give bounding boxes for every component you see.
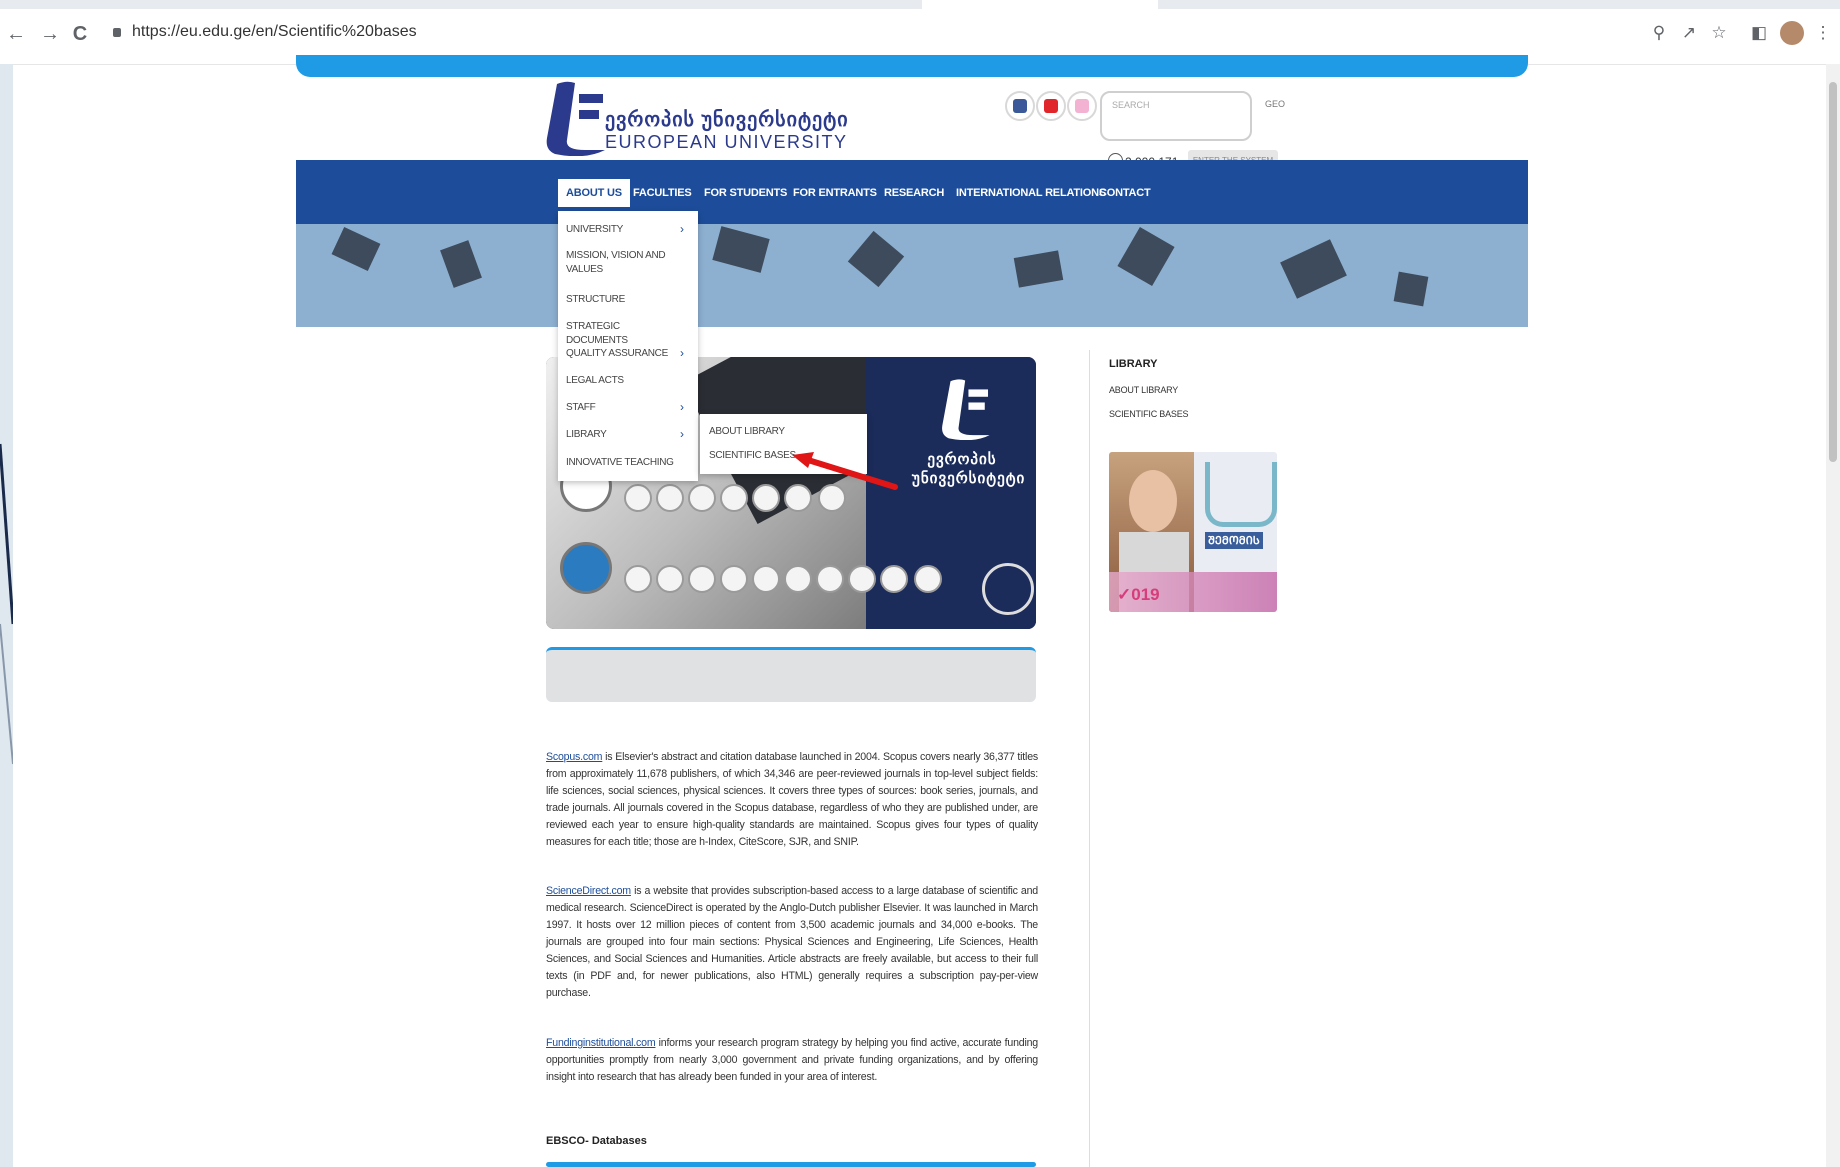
back-icon[interactable]: ←: [4, 22, 28, 46]
dropdown-item-staff[interactable]: STAFF: [566, 401, 670, 415]
funding-paragraph: Fundinginstitutional.com informs your re…: [546, 1035, 1038, 1086]
database-logo-circle: [880, 565, 908, 593]
feature-geo-line-1: ევროპის: [927, 451, 997, 468]
sciencedirect-description: is a website that provides subscription-…: [546, 885, 1038, 999]
facebook-icon[interactable]: [1005, 91, 1035, 121]
database-logo-circle: [560, 542, 612, 594]
header-top-stripe: [296, 55, 1528, 77]
scrollbar-thumb[interactable]: [1829, 82, 1837, 462]
bookmark-star-icon[interactable]: ☆: [1708, 22, 1730, 44]
eu-logo-icon[interactable]: [545, 80, 607, 156]
nav-faculties[interactable]: FACULTIES: [633, 187, 692, 199]
database-logo-circle: [914, 565, 942, 593]
funding-link[interactable]: Fundinginstitutional.com: [546, 1037, 656, 1049]
logo-english-text[interactable]: EUROPEAN UNIVERSITY: [605, 132, 848, 153]
database-logo-circle: [848, 565, 876, 593]
sidebar-promo-banner[interactable]: ᲨᲔᲛᲝᲛᲘᲡ ✓019: [1109, 452, 1277, 612]
database-logo-circle: [720, 565, 748, 593]
dropdown-item-mission[interactable]: MISSION, VISION AND VALUES: [566, 249, 670, 277]
chevron-right-icon[interactable]: ›: [680, 427, 684, 441]
dropdown-item-legal-acts[interactable]: LEGAL ACTS: [566, 374, 670, 388]
search-input[interactable]: SEARCH: [1100, 91, 1252, 141]
chevron-right-icon[interactable]: ›: [680, 346, 684, 360]
promo-year-value: 019: [1131, 585, 1160, 604]
database-logo-circle: [656, 565, 684, 593]
submenu-about-library[interactable]: ABOUT LIBRARY: [709, 426, 785, 437]
scopus-link[interactable]: Scopus.com: [546, 751, 602, 763]
side-panel-icon[interactable]: ◧: [1748, 22, 1770, 44]
sidebar-link-scientific-bases[interactable]: SCIENTIFIC BASES: [1109, 409, 1189, 419]
nav-research[interactable]: RESEARCH: [884, 187, 944, 199]
ebsco-section-bar: [546, 1162, 1036, 1167]
ebsco-heading: EBSCO- Databases: [546, 1135, 647, 1147]
logo-georgian-text[interactable]: ევროპის უნივერსიტეტი: [605, 107, 849, 132]
about-us-dropdown: UNIVERSITY › MISSION, VISION AND VALUES …: [558, 211, 698, 481]
header-banner-image: [296, 224, 1528, 327]
database-logo-circle: [624, 565, 652, 593]
nav-international-relations[interactable]: INTERNATIONAL RELATIONS: [956, 187, 1106, 199]
nav-for-entrants[interactable]: FOR ENTRANTS: [793, 187, 877, 199]
profile-avatar[interactable]: [1780, 21, 1804, 45]
promo-logo-icon: [1205, 462, 1277, 527]
submenu-scientific-bases[interactable]: SCIENTIFIC BASES: [709, 450, 796, 461]
promo-face: [1129, 470, 1177, 532]
dropdown-item-library[interactable]: LIBRARY: [566, 428, 670, 442]
database-logo-circle: [720, 484, 748, 512]
feature-eu-logo-icon: [942, 379, 990, 440]
nav-about-us[interactable]: ABOUT US: [558, 179, 630, 207]
left-decoration: [0, 64, 13, 1167]
page-scrollbar[interactable]: [1826, 64, 1840, 1167]
dropdown-item-strategic-documents[interactable]: STRATEGIC DOCUMENTS: [566, 320, 670, 348]
feature-geo-line-2: უნივერსიტეტი: [912, 470, 1026, 487]
dropdown-item-university[interactable]: UNIVERSITY: [566, 223, 670, 237]
forward-icon[interactable]: →: [38, 22, 62, 46]
red-pointer-arrow: [792, 452, 898, 490]
database-logo-circle: [752, 565, 780, 593]
dropdown-item-innovative-teaching[interactable]: INNOVATIVE TEACHING: [566, 456, 686, 470]
feature-georgian-text: ევროპის უნივერსიტეტი: [912, 450, 1026, 488]
content-card: [546, 647, 1036, 702]
main-navigation: ABOUT US FACULTIES FOR STUDENTS FOR ENTR…: [296, 160, 1528, 224]
language-switch[interactable]: GEO: [1265, 99, 1285, 109]
sidebar-title: LIBRARY: [1109, 358, 1158, 370]
dropdown-item-quality-assurance[interactable]: QUALITY ASSURANCE: [566, 347, 670, 361]
lock-icon[interactable]: [113, 28, 121, 37]
nav-contact[interactable]: CONTACT: [1099, 187, 1151, 199]
zoom-icon[interactable]: ⚲: [1648, 22, 1670, 44]
address-bar[interactable]: https://eu.edu.ge/en/Scientific%20bases: [132, 23, 417, 41]
sidebar-link-about-library[interactable]: ABOUT LIBRARY: [1109, 385, 1178, 395]
sidebar-divider: [1089, 350, 1090, 1167]
database-logo-circle: [656, 484, 684, 512]
chevron-right-icon[interactable]: ›: [680, 400, 684, 414]
menu-kebab-icon[interactable]: ⋮: [1812, 22, 1834, 44]
database-logo-circle: [688, 484, 716, 512]
nav-for-students[interactable]: FOR STUDENTS: [704, 187, 787, 199]
promo-year: ✓019: [1117, 585, 1160, 604]
database-logo-circle: [752, 484, 780, 512]
share-icon[interactable]: ↗: [1678, 22, 1700, 44]
sciencedirect-paragraph: ScienceDirect.com is a website that prov…: [546, 883, 1038, 1002]
database-logo-circle: [982, 563, 1034, 615]
scopus-paragraph: Scopus.com is Elsevier's abstract and ci…: [546, 749, 1038, 851]
instagram-icon[interactable]: [1067, 91, 1097, 121]
chevron-right-icon[interactable]: ›: [680, 222, 684, 236]
database-logo-circle: [688, 565, 716, 593]
tab-strip: [0, 0, 1840, 9]
dropdown-item-structure[interactable]: STRUCTURE: [566, 293, 670, 307]
sciencedirect-link[interactable]: ScienceDirect.com: [546, 885, 631, 897]
reload-icon[interactable]: C: [68, 22, 92, 46]
database-logo-circle: [816, 565, 844, 593]
scopus-description: is Elsevier's abstract and citation data…: [546, 751, 1038, 848]
database-logo-circle: [784, 565, 812, 593]
promo-text: ᲨᲔᲛᲝᲛᲘᲡ: [1205, 532, 1263, 549]
active-tab[interactable]: [922, 0, 1158, 9]
youtube-icon[interactable]: [1036, 91, 1066, 121]
database-logo-circle: [624, 484, 652, 512]
